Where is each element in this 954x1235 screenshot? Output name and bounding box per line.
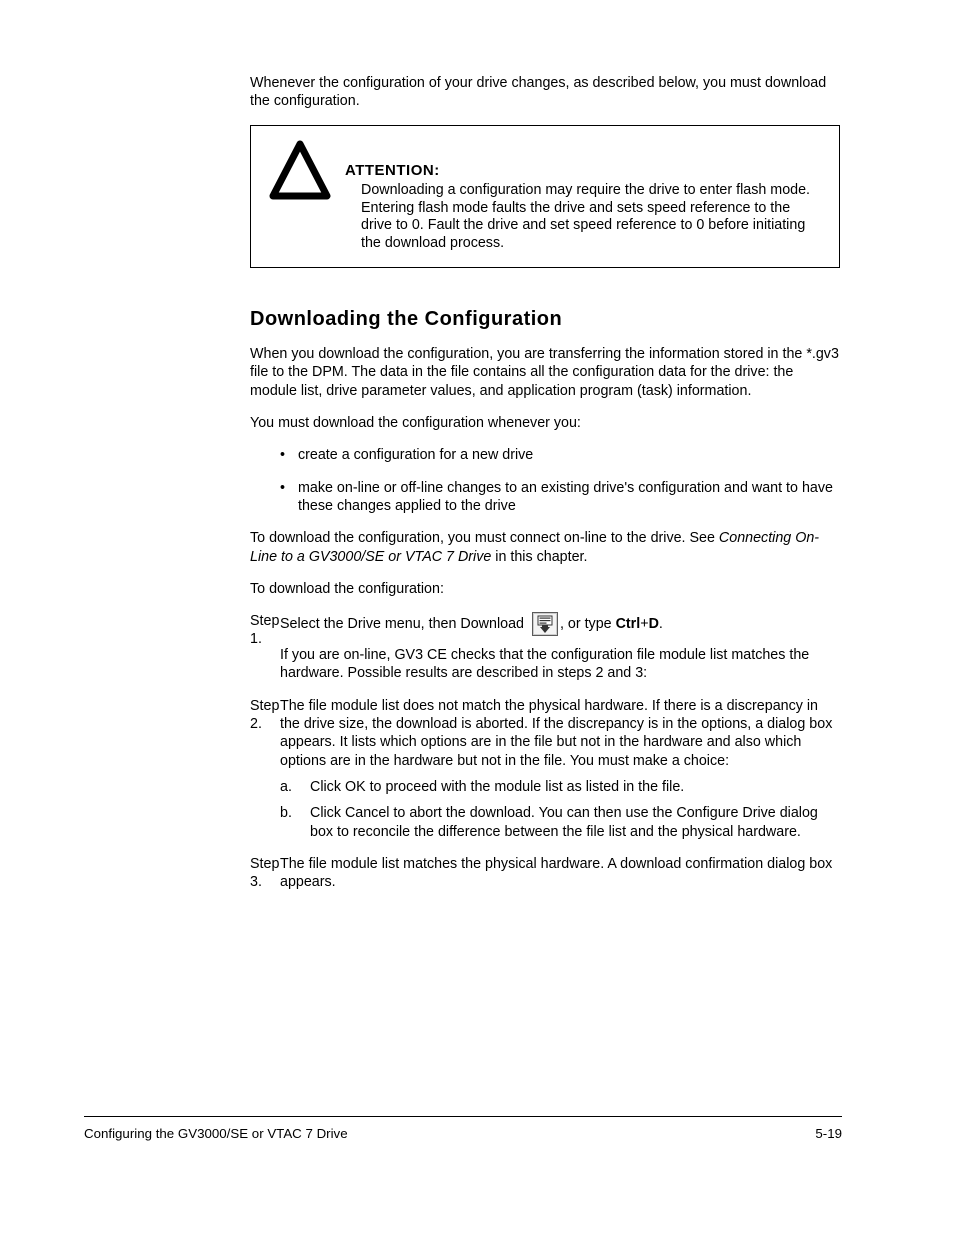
bullet-item: • create a configuration for a new drive	[280, 446, 840, 464]
attention-box: ATTENTION: Downloading a configuration m…	[250, 125, 840, 268]
substep-a: a. Click OK to proceed with the module l…	[280, 778, 840, 796]
step-list: Step 1. Select the Drive menu, then Down…	[250, 612, 840, 891]
para-3: To download the configuration, you must …	[250, 529, 840, 566]
step-1-line-1-before: Select the Drive menu, then Download	[280, 616, 528, 632]
substep-letter: a.	[280, 778, 306, 796]
bullet-text: create a configuration for a new drive	[298, 446, 840, 464]
step-number: Step 2.	[250, 697, 276, 841]
bullet-item: • make on-line or off-line changes to an…	[280, 479, 840, 516]
substep-list: a. Click OK to proceed with the module l…	[280, 778, 840, 841]
step-1-continuation: If you are on-line, GV3 CE checks that t…	[280, 647, 809, 681]
substep-b: b. Click Cancel to abort the download. Y…	[280, 804, 840, 841]
warning-triangle-icon	[269, 140, 331, 202]
plus: +	[640, 616, 648, 632]
bullet-list: • create a configuration for a new drive…	[280, 446, 840, 515]
step-1: Step 1. Select the Drive menu, then Down…	[250, 612, 840, 683]
step-2: Step 2. The file module list does not ma…	[250, 697, 840, 841]
footer-rule	[84, 1116, 842, 1117]
bullet-text: make on-line or off-line changes to an e…	[298, 479, 840, 516]
footer-text: Configuring the GV3000/SE or VTAC 7 Driv…	[84, 1126, 348, 1141]
attention-body: Downloading a configuration may require …	[361, 182, 821, 253]
main-content: Whenever the configuration of your drive…	[250, 75, 840, 905]
para-3-prefix: To download the configuration, you must …	[250, 530, 719, 546]
step-number: Step 3.	[250, 855, 276, 892]
step-3: Step 3. The file module list matches the…	[250, 855, 840, 892]
bullet-marker: •	[280, 446, 294, 464]
key-d: D	[649, 616, 659, 632]
bullet-marker: •	[280, 479, 294, 516]
step-text: The file module list does not match the …	[280, 697, 840, 841]
attention-title: ATTENTION:	[345, 162, 440, 179]
period: .	[659, 616, 663, 632]
download-icon	[532, 612, 558, 636]
para-1: When you download the configuration, you…	[250, 345, 840, 400]
section-heading: Downloading the Configuration	[250, 308, 840, 331]
step-text: Select the Drive menu, then Download , o…	[280, 612, 840, 683]
key-ctrl: Ctrl	[616, 616, 641, 632]
para-2: You must download the configuration when…	[250, 414, 840, 432]
para-3-suffix: in this chapter.	[491, 549, 587, 565]
substep-b-text: Click Cancel to abort the download. You …	[310, 804, 840, 841]
substep-letter: b.	[280, 804, 306, 841]
para-4: To download the configuration:	[250, 580, 840, 598]
step-number: Step 1.	[250, 612, 276, 683]
substep-a-text: Click OK to proceed with the module list…	[310, 778, 840, 796]
intro-paragraph: Whenever the configuration of your drive…	[250, 75, 840, 111]
page: Whenever the configuration of your drive…	[0, 0, 954, 1235]
footer-page-number: 5-19	[815, 1126, 842, 1141]
step-1-after: , or type	[560, 616, 616, 632]
step-3-text: The file module list matches the physica…	[280, 855, 840, 892]
step-2-body: The file module list does not match the …	[280, 698, 832, 769]
